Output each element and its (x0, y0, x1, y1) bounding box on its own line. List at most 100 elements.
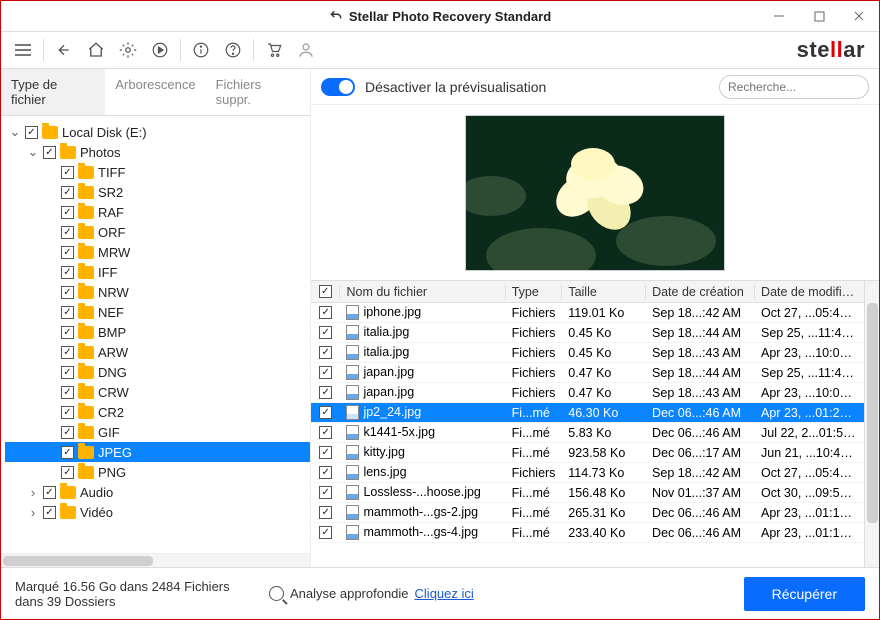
chevron-icon[interactable] (45, 305, 57, 320)
col-header-created[interactable]: Date de création (646, 285, 755, 299)
tree-item-orf[interactable]: ✓ORF (5, 222, 310, 242)
menu-button[interactable] (9, 36, 37, 64)
chevron-icon[interactable] (45, 285, 57, 300)
col-header-name[interactable]: Nom du fichier (340, 285, 505, 299)
tree-checkbox[interactable]: ✓ (61, 286, 74, 299)
chevron-icon[interactable] (45, 165, 57, 180)
row-checkbox[interactable]: ✓ (319, 466, 332, 479)
table-row[interactable]: ✓japan.jpgFichiers0.47 KoSep 18...:44 AM… (311, 363, 864, 383)
chevron-icon[interactable]: › (27, 485, 39, 500)
col-header-type[interactable]: Type (506, 285, 563, 299)
user-button[interactable] (292, 36, 320, 64)
tree-checkbox[interactable]: ✓ (25, 126, 38, 139)
table-row[interactable]: ✓Lossless-...hoose.jpgFi...mé156.48 KoNo… (311, 483, 864, 503)
table-row[interactable]: ✓lens.jpgFichiers114.73 KoSep 18...:42 A… (311, 463, 864, 483)
tree-checkbox[interactable]: ✓ (61, 326, 74, 339)
tab-tree[interactable]: Arborescence (105, 69, 205, 115)
tree-checkbox[interactable]: ✓ (61, 186, 74, 199)
tree-item-crw[interactable]: ✓CRW (5, 382, 310, 402)
chevron-icon[interactable]: › (27, 505, 39, 520)
chevron-icon[interactable] (45, 225, 57, 240)
tree-hscrollbar[interactable] (1, 553, 310, 567)
tree-item-jpeg[interactable]: ✓JPEG (5, 442, 310, 462)
row-checkbox[interactable]: ✓ (319, 406, 332, 419)
chevron-icon[interactable] (45, 205, 57, 220)
chevron-icon[interactable] (45, 445, 57, 460)
col-header-modified[interactable]: Date de modification (755, 285, 864, 299)
tree-checkbox[interactable]: ✓ (61, 386, 74, 399)
chevron-icon[interactable] (45, 185, 57, 200)
row-checkbox[interactable]: ✓ (319, 306, 332, 319)
info-button[interactable] (187, 36, 215, 64)
tree-item-mrw[interactable]: ✓MRW (5, 242, 310, 262)
resume-button[interactable] (146, 36, 174, 64)
grid-vscrollbar[interactable] (864, 281, 879, 567)
search-input[interactable] (728, 80, 880, 94)
tree-checkbox[interactable]: ✓ (61, 346, 74, 359)
file-tree[interactable]: ⌄✓Local Disk (E:)⌄✓Photos ✓TIFF ✓SR2 ✓RA… (1, 116, 310, 553)
tree-item-tiff[interactable]: ✓TIFF (5, 162, 310, 182)
tree-item-dng[interactable]: ✓DNG (5, 362, 310, 382)
tree-checkbox[interactable]: ✓ (61, 206, 74, 219)
tree-checkbox[interactable]: ✓ (61, 366, 74, 379)
col-header-size[interactable]: Taille (562, 285, 646, 299)
back-button[interactable] (50, 36, 78, 64)
chevron-icon[interactable] (45, 405, 57, 420)
table-row[interactable]: ✓kitty.jpgFi...mé923.58 KoDec 06...:17 A… (311, 443, 864, 463)
search-box[interactable] (719, 75, 869, 99)
row-checkbox[interactable]: ✓ (319, 346, 332, 359)
maximize-button[interactable] (799, 1, 839, 31)
tree-item-cr2[interactable]: ✓CR2 (5, 402, 310, 422)
tree-checkbox[interactable]: ✓ (61, 306, 74, 319)
recover-button[interactable]: Récupérer (744, 577, 865, 611)
table-row[interactable]: ✓k1441-5x.jpgFi...mé5.83 KoDec 06...:46 … (311, 423, 864, 443)
tree-item-bmp[interactable]: ✓BMP (5, 322, 310, 342)
close-button[interactable] (839, 1, 879, 31)
chevron-icon[interactable] (45, 325, 57, 340)
tree-checkbox[interactable]: ✓ (61, 246, 74, 259)
home-button[interactable] (82, 36, 110, 64)
tree-item-png[interactable]: ✓PNG (5, 462, 310, 482)
deep-scan-link[interactable]: Cliquez ici (415, 586, 474, 601)
tree-checkbox[interactable]: ✓ (61, 466, 74, 479)
table-row[interactable]: ✓mammoth-...gs-2.jpgFi...mé265.31 KoDec … (311, 503, 864, 523)
tab-deleted[interactable]: Fichiers suppr. (206, 69, 310, 115)
chevron-icon[interactable] (45, 345, 57, 360)
select-all-checkbox[interactable]: ✓ (319, 285, 332, 298)
row-checkbox[interactable]: ✓ (319, 426, 332, 439)
table-row[interactable]: ✓italia.jpgFichiers0.45 KoSep 18...:44 A… (311, 323, 864, 343)
tree-checkbox[interactable]: ✓ (61, 166, 74, 179)
chevron-icon[interactable]: ⌄ (9, 124, 21, 140)
settings-button[interactable] (114, 36, 142, 64)
tree-checkbox[interactable]: ✓ (43, 506, 56, 519)
table-row[interactable]: ✓italia.jpgFichiers0.45 KoSep 18...:43 A… (311, 343, 864, 363)
file-grid[interactable]: ✓ Nom du fichier Type Taille Date de cré… (311, 281, 864, 567)
tree-item-vid-o[interactable]: ›✓Vidéo (5, 502, 310, 522)
row-checkbox[interactable]: ✓ (319, 486, 332, 499)
table-row[interactable]: ✓japan.jpgFichiers0.47 KoSep 18...:43 AM… (311, 383, 864, 403)
table-row[interactable]: ✓iphone.jpgFichiers119.01 KoSep 18...:42… (311, 303, 864, 323)
tree-checkbox[interactable]: ✓ (61, 266, 74, 279)
tree-item-audio[interactable]: ›✓Audio (5, 482, 310, 502)
row-checkbox[interactable]: ✓ (319, 326, 332, 339)
chevron-icon[interactable] (45, 365, 57, 380)
tree-checkbox[interactable]: ✓ (61, 226, 74, 239)
row-checkbox[interactable]: ✓ (319, 506, 332, 519)
row-checkbox[interactable]: ✓ (319, 446, 332, 459)
tree-checkbox[interactable]: ✓ (61, 406, 74, 419)
tree-item-raf[interactable]: ✓RAF (5, 202, 310, 222)
row-checkbox[interactable]: ✓ (319, 526, 332, 539)
tree-item-nrw[interactable]: ✓NRW (5, 282, 310, 302)
chevron-icon[interactable] (45, 425, 57, 440)
tree-item-arw[interactable]: ✓ARW (5, 342, 310, 362)
tree-checkbox[interactable]: ✓ (43, 486, 56, 499)
row-checkbox[interactable]: ✓ (319, 386, 332, 399)
tree-checkbox[interactable]: ✓ (61, 446, 74, 459)
cart-button[interactable] (260, 36, 288, 64)
chevron-icon[interactable]: ⌄ (27, 144, 39, 160)
table-row[interactable]: ✓jp2_24.jpgFi...mé46.30 KoDec 06...:46 A… (311, 403, 864, 423)
tree-item-photos[interactable]: ⌄✓Photos (5, 142, 310, 162)
help-button[interactable] (219, 36, 247, 64)
chevron-icon[interactable] (45, 385, 57, 400)
row-checkbox[interactable]: ✓ (319, 366, 332, 379)
